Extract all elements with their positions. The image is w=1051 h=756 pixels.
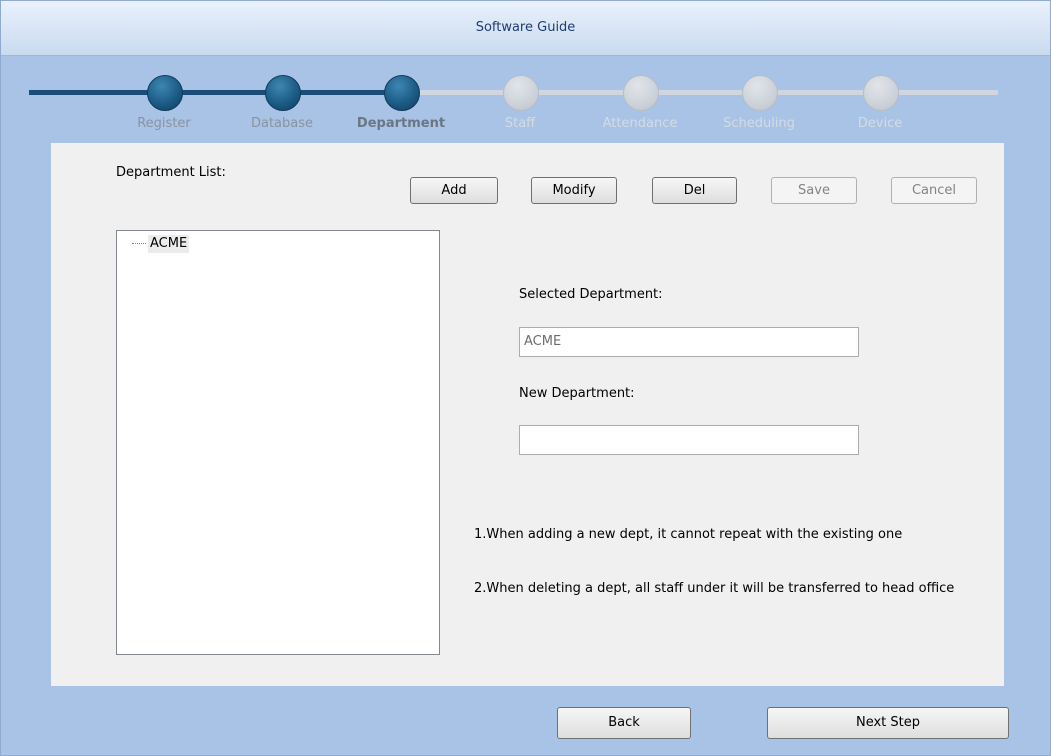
window-title: Software Guide xyxy=(475,20,576,35)
tree-connector xyxy=(132,237,146,244)
step-node-register xyxy=(147,75,183,111)
step-node-database xyxy=(265,75,301,111)
step-label-attendance: Attendance xyxy=(602,116,678,131)
new-department-label: New Department: xyxy=(519,386,635,401)
modify-button[interactable]: Modify xyxy=(531,177,617,204)
note-delete-dept: 2.When deleting a dept, all staff under … xyxy=(474,581,955,596)
del-button[interactable]: Del xyxy=(652,177,737,204)
step-label-register: Register xyxy=(137,116,191,131)
department-list-label: Department List: xyxy=(116,165,226,180)
step-label-database: Database xyxy=(250,116,314,131)
note-duplicate-dept: 1.When adding a new dept, it cannot repe… xyxy=(474,527,903,542)
department-tree[interactable]: ACME xyxy=(116,230,440,655)
department-panel: Department List: Add Modify Del Save Can… xyxy=(51,143,1004,686)
selected-department-label: Selected Department: xyxy=(519,287,663,302)
progress-track-completed xyxy=(29,90,401,95)
step-node-staff xyxy=(503,75,539,111)
next-step-button[interactable]: Next Step xyxy=(767,707,1009,739)
step-label-staff: Staff xyxy=(504,116,536,131)
step-label-department: Department xyxy=(356,116,446,131)
software-guide-window: Software Guide Register Database Departm… xyxy=(0,0,1051,756)
step-label-device: Device xyxy=(857,116,903,131)
tree-item-acme[interactable]: ACME xyxy=(148,235,190,253)
step-label-scheduling: Scheduling xyxy=(723,116,795,131)
selected-department-field[interactable]: ACME xyxy=(519,327,859,357)
save-button[interactable]: Save xyxy=(771,177,857,204)
step-node-scheduling xyxy=(742,75,778,111)
back-button[interactable]: Back xyxy=(557,707,691,739)
step-node-attendance xyxy=(623,75,659,111)
cancel-button[interactable]: Cancel xyxy=(891,177,977,204)
progress-track-remaining xyxy=(401,90,998,95)
title-bar: Software Guide xyxy=(1,1,1050,56)
step-node-department xyxy=(384,75,420,111)
add-button[interactable]: Add xyxy=(410,177,498,204)
wizard-progress: Register Database Department Staff Atten… xyxy=(1,61,1050,141)
step-node-device xyxy=(863,75,899,111)
new-department-input[interactable] xyxy=(519,425,859,455)
